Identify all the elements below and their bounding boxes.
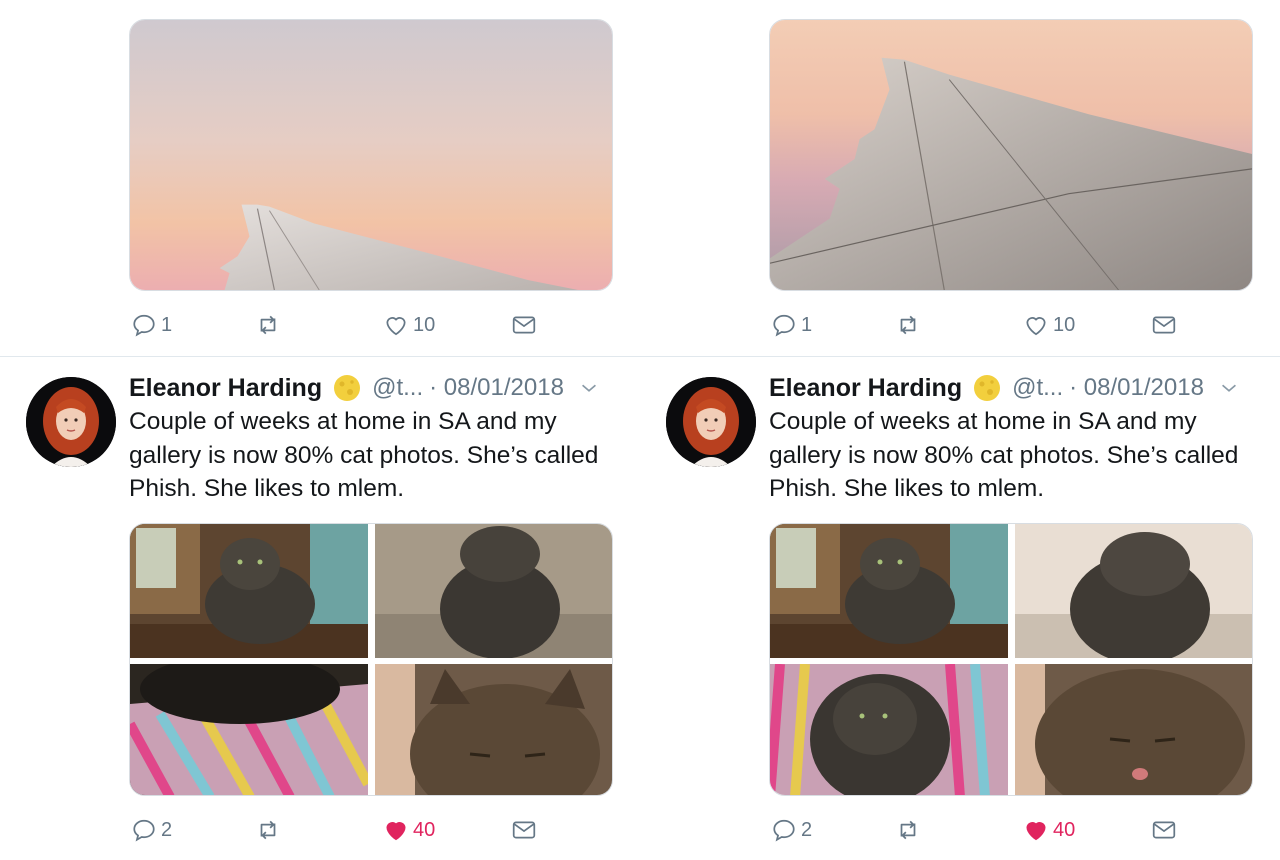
direct-message-button[interactable] (511, 815, 537, 845)
cat-photo-image (1015, 664, 1252, 795)
like-count: 10 (1053, 313, 1076, 336)
top-tweet-actions: 1 10 (129, 310, 549, 340)
cat-photo-3[interactable] (130, 664, 368, 795)
cat-photo-image (130, 524, 368, 658)
reply-count: 1 (801, 313, 813, 336)
retweet-icon (260, 820, 276, 840)
retweet-button[interactable] (255, 815, 285, 845)
airplane-wing-photo[interactable] (769, 19, 1253, 291)
cat-photo-2[interactable] (1015, 524, 1252, 658)
tweet-divider (0, 356, 640, 357)
cat-photo-1[interactable] (130, 524, 368, 658)
reply-count: 1 (161, 313, 173, 336)
mail-icon (512, 821, 536, 839)
heart-icon (386, 317, 406, 336)
cat-photo-image (1015, 524, 1252, 658)
like-count: 40 (413, 818, 436, 841)
mail-icon (1152, 316, 1176, 334)
cat-photo-image (770, 524, 1008, 658)
tweet-text: Couple of weeks at home in SA and my gal… (769, 408, 1239, 502)
author-handle[interactable]: @t... (1012, 374, 1063, 402)
reply-button[interactable]: 1 (131, 310, 172, 340)
cat-photo-image (770, 664, 1008, 795)
retweet-button[interactable] (895, 815, 925, 845)
reply-button[interactable]: 1 (771, 310, 812, 340)
direct-message-button[interactable] (1151, 815, 1177, 845)
reply-button[interactable]: 2 (131, 815, 172, 845)
moon-emoji-icon (334, 375, 361, 401)
photo-gallery (129, 523, 613, 796)
top-tweet-actions: 1 10 (769, 310, 1189, 340)
like-button[interactable]: 40 (383, 815, 435, 845)
chevron-down-icon[interactable] (578, 377, 600, 399)
tweet-divider (640, 356, 1280, 357)
heart-icon (1026, 822, 1046, 841)
reply-icon (133, 314, 155, 337)
mail-icon (512, 316, 536, 334)
airplane-wing-image (770, 20, 1252, 290)
airplane-wing-image (130, 20, 612, 290)
direct-message-button[interactable] (1151, 310, 1177, 340)
cat-photo-4[interactable] (1015, 664, 1252, 795)
author-handle[interactable]: @t... (372, 374, 423, 402)
airplane-wing-photo[interactable] (129, 19, 613, 291)
chevron-down-icon[interactable] (1218, 377, 1240, 399)
reply-count: 2 (161, 818, 173, 841)
reply-button[interactable]: 2 (771, 815, 812, 845)
reply-count: 2 (801, 818, 813, 841)
panel-right: 1 10 Eleanor Harding @t... · 08/01/2018 … (640, 0, 1280, 860)
reply-icon (773, 819, 795, 842)
reply-icon (773, 314, 795, 337)
like-count: 40 (1053, 818, 1076, 841)
like-button[interactable]: 10 (383, 310, 435, 340)
like-count: 10 (413, 313, 436, 336)
like-button[interactable]: 40 (1023, 815, 1075, 845)
tweet-actions: 2 40 (769, 815, 1189, 845)
cat-photo-image (375, 664, 612, 795)
cat-photo-2[interactable] (375, 524, 612, 658)
avatar[interactable] (26, 377, 116, 467)
tweet-text: Couple of weeks at home in SA and my gal… (129, 408, 599, 502)
tweet-actions: 2 40 (129, 815, 549, 845)
retweet-button[interactable] (895, 310, 925, 340)
retweet-button[interactable] (255, 310, 285, 340)
direct-message-button[interactable] (511, 310, 537, 340)
tweet-header: Eleanor Harding @t... · 08/01/2018 (769, 372, 1269, 404)
author-name[interactable]: Eleanor Harding (769, 374, 962, 403)
heart-icon (386, 822, 406, 841)
cat-photo-image (130, 664, 368, 795)
avatar[interactable] (666, 377, 756, 467)
cat-photo-4[interactable] (375, 664, 612, 795)
author-name[interactable]: Eleanor Harding (129, 374, 322, 403)
tweet-date[interactable]: · 08/01/2018 (429, 374, 564, 402)
cat-photo-3[interactable] (770, 664, 1008, 795)
heart-icon (1026, 317, 1046, 336)
photo-gallery (769, 523, 1253, 796)
retweet-icon (900, 820, 916, 840)
retweet-icon (260, 315, 276, 335)
mail-icon (1152, 821, 1176, 839)
like-button[interactable]: 10 (1023, 310, 1075, 340)
profile-photo (666, 377, 756, 467)
reply-icon (133, 819, 155, 842)
profile-photo (26, 377, 116, 467)
tweet-date[interactable]: · 08/01/2018 (1069, 374, 1204, 402)
moon-emoji-icon (974, 375, 1001, 401)
tweet-header: Eleanor Harding @t... · 08/01/2018 (129, 372, 629, 404)
cat-photo-1[interactable] (770, 524, 1008, 658)
panel-left: 1 10 Eleanor Harding @t... · 08/01/2018 … (0, 0, 640, 860)
retweet-icon (900, 315, 916, 335)
cat-photo-image (375, 524, 612, 658)
